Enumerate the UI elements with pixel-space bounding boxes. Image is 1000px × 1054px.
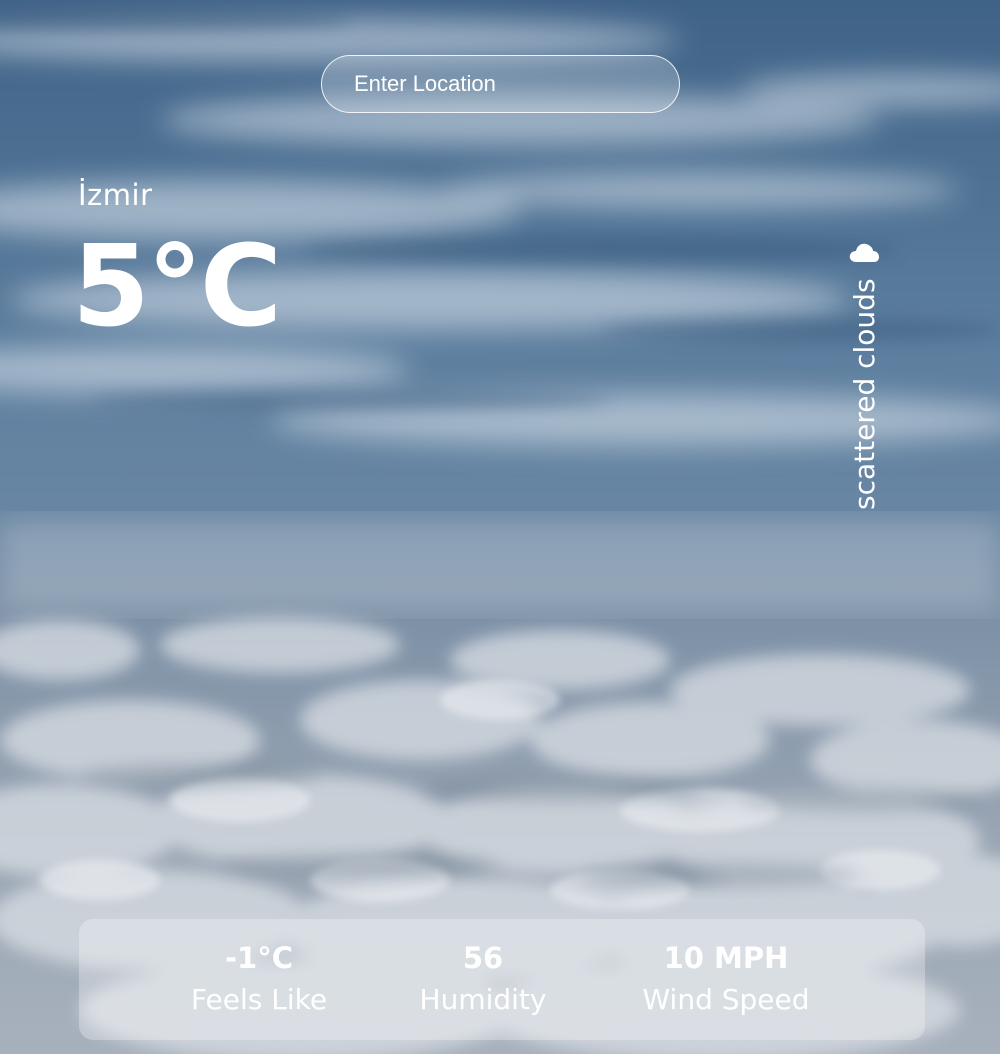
cloud-icon [848,240,880,264]
wind-speed-label: Wind Speed [642,983,810,1016]
stat-humidity: 56 Humidity [413,919,553,1040]
location-search[interactable] [321,55,680,113]
feels-like-value: -1°C [225,941,293,975]
stat-wind-speed: 10 MPH Wind Speed [630,919,822,1040]
weather-stats-panel: -1°C Feels Like 56 Humidity 10 MPH Wind … [79,919,925,1040]
cloud-icon-graphic [849,244,879,263]
cloud-scenery [0,8,1000,1054]
current-temperature: 5°C [72,222,282,352]
weather-description-area: scattered clouds [838,210,890,510]
sky-background [0,0,1000,1054]
weather-description-rotated: scattered clouds [838,210,890,510]
stat-feels-like: -1°C Feels Like [184,919,334,1040]
feels-like-label: Feels Like [190,983,328,1016]
humidity-value: 56 [462,941,504,975]
wind-speed-value: 10 MPH [663,941,789,975]
location-search-input[interactable] [322,56,679,112]
humidity-label: Humidity [419,983,547,1016]
location-name: İzmir [78,178,153,212]
weather-description: scattered clouds [847,278,881,510]
